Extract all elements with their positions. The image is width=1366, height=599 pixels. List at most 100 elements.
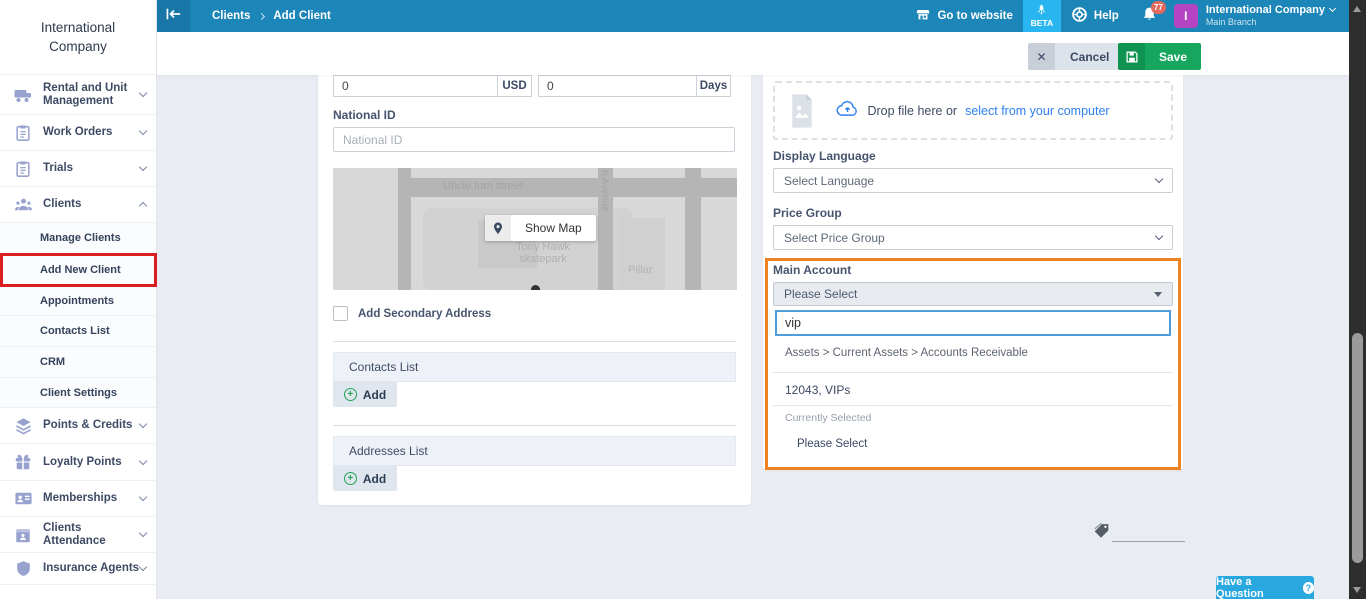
id-card-icon <box>12 488 34 510</box>
company-logo[interactable]: International Company <box>0 0 156 75</box>
current-selection-option[interactable]: Please Select <box>797 438 867 450</box>
map-widget[interactable]: Uncle tom street h Avenue Tony Hawkskate… <box>333 168 737 290</box>
sidebar-item-label: Clients Attendance <box>43 522 140 548</box>
beta-label: BETA <box>1031 18 1054 28</box>
top-header: Clients Add Client Go to website BETA He… <box>157 0 1349 32</box>
select-from-computer-link[interactable]: select from your computer <box>965 104 1110 118</box>
amount-input[interactable] <box>333 75 497 97</box>
file-drop-area[interactable]: Drop file here or select from your compu… <box>773 81 1173 140</box>
sidebar-collapse-button[interactable] <box>157 0 190 32</box>
beta-button[interactable]: BETA <box>1023 0 1061 32</box>
go-to-website-button[interactable]: Go to website <box>905 0 1022 32</box>
layers-icon <box>12 415 34 437</box>
chevron-down-icon <box>139 127 147 135</box>
chevron-down-icon <box>139 420 147 428</box>
sidebar-item-label: Clients <box>43 198 140 211</box>
contacts-list-header: Contacts List <box>333 352 736 382</box>
account-option-vips[interactable]: 12043, VIPs <box>773 375 1173 405</box>
scrollbar-thumb[interactable] <box>1352 333 1363 563</box>
calendar-person-icon <box>12 524 34 546</box>
scroll-up-arrow[interactable] <box>1353 6 1361 12</box>
sidebar-item-manage-clients[interactable]: Manage Clients <box>0 223 156 254</box>
people-icon <box>12 194 34 216</box>
company-name-label: International Company <box>1206 4 1325 16</box>
cancel-button[interactable]: ✕ Cancel <box>1028 43 1124 70</box>
shield-icon <box>12 558 34 580</box>
national-id-label: National ID <box>333 108 396 122</box>
sidebar-item-label: Loyalty Points <box>43 456 140 469</box>
sidebar-item-label: Insurance Agents <box>43 562 140 575</box>
page-scrollbar[interactable] <box>1349 0 1366 599</box>
display-language-value: Select Language <box>784 174 874 188</box>
cancel-label: Cancel <box>1055 43 1124 70</box>
sidebar-item-contacts-list[interactable]: Contacts List <box>0 316 156 347</box>
national-id-input[interactable] <box>333 127 735 152</box>
map-pin-icon <box>485 215 511 241</box>
show-map-button[interactable]: Show Map <box>485 215 596 241</box>
client-form-card: USD Days National ID Uncle tom street h … <box>318 75 751 505</box>
secondary-address-checkbox[interactable] <box>333 306 348 321</box>
map-avenue-label: h Avenue <box>599 170 610 212</box>
map-marker <box>531 285 540 290</box>
sidebar-item-work-orders[interactable]: Work Orders <box>0 115 156 151</box>
sidebar-item-crm[interactable]: CRM <box>0 347 156 378</box>
sidebar-item-client-settings[interactable]: Client Settings <box>0 378 156 408</box>
scroll-down-arrow[interactable] <box>1353 587 1361 593</box>
amount-input-group: USD <box>333 75 532 97</box>
sidebar-item-label: Work Orders <box>43 126 140 139</box>
sidebar-item-rental-unit-management[interactable]: Rental and Unit Management <box>0 75 156 115</box>
sub-item-label: CRM <box>40 356 65 368</box>
have-question-button[interactable]: Have a Question ? <box>1216 576 1314 599</box>
chevron-down-icon <box>139 563 147 571</box>
amount-unit-addon: USD <box>497 75 532 97</box>
tags-input[interactable] <box>1112 541 1185 542</box>
main-account-value: Please Select <box>784 287 857 301</box>
main-account-select[interactable]: Please Select <box>773 282 1173 306</box>
sidebar: International Company Rental and Unit Ma… <box>0 0 157 599</box>
add-contact-button[interactable]: + Add <box>333 382 397 407</box>
sidebar-item-memberships[interactable]: Memberships <box>0 481 156 517</box>
sidebar-item-clients[interactable]: Clients <box>0 187 156 223</box>
secondary-address-checkbox-row[interactable]: Add Secondary Address <box>333 306 491 321</box>
avatar[interactable]: I <box>1174 4 1198 28</box>
sidebar-item-loyalty-points[interactable]: Loyalty Points <box>0 444 156 481</box>
sub-item-label: Manage Clients <box>40 232 121 244</box>
floppy-icon <box>1118 43 1145 70</box>
account-group-option[interactable]: Assets > Current Assets > Accounts Recei… <box>785 347 1028 359</box>
chevron-down-icon <box>139 163 147 171</box>
save-button[interactable]: Save <box>1118 43 1201 70</box>
map-building <box>620 218 665 290</box>
price-group-select[interactable]: Select Price Group <box>773 225 1173 250</box>
sidebar-item-appointments[interactable]: Appointments <box>0 286 156 316</box>
notifications-button[interactable]: 77 <box>1129 0 1170 32</box>
sidebar-item-trials[interactable]: Trials <box>0 151 156 187</box>
chevron-down-icon <box>139 89 147 97</box>
show-map-label: Show Map <box>511 215 596 241</box>
save-label: Save <box>1145 43 1201 70</box>
sidebar-item-clients-attendance[interactable]: Clients Attendance <box>0 517 156 553</box>
main-account-label: Main Account <box>773 263 851 277</box>
sidebar-item-points-credits[interactable]: Points & Credits <box>0 408 156 444</box>
help-button[interactable]: Help <box>1061 0 1129 32</box>
branch-label: Main Branch <box>1206 16 1335 28</box>
sidebar-item-insurance-agents[interactable]: Insurance Agents <box>0 553 156 585</box>
divider <box>773 405 1173 406</box>
sidebar-item-label: Memberships <box>43 492 140 505</box>
gift-icon <box>12 451 34 473</box>
display-language-select[interactable]: Select Language <box>773 168 1173 193</box>
sidebar-item-label: Trials <box>43 162 140 175</box>
breadcrumb-clients[interactable]: Clients <box>212 10 250 22</box>
tags-icon <box>1093 522 1110 544</box>
help-label: Help <box>1094 10 1119 22</box>
account-search-input[interactable] <box>775 310 1171 336</box>
days-input[interactable] <box>538 75 696 97</box>
go-to-website-label: Go to website <box>937 10 1012 22</box>
clipboard-icon <box>12 158 34 180</box>
clipboard-icon <box>12 122 34 144</box>
sidebar-item-add-new-client[interactable]: Add New Client <box>0 254 156 286</box>
map-road <box>685 168 701 290</box>
help-lifering-icon <box>1071 6 1088 26</box>
company-menu[interactable]: International Company Main Branch <box>1206 4 1335 28</box>
rocket-icon <box>1036 4 1047 18</box>
add-address-button[interactable]: + Add <box>333 466 397 491</box>
